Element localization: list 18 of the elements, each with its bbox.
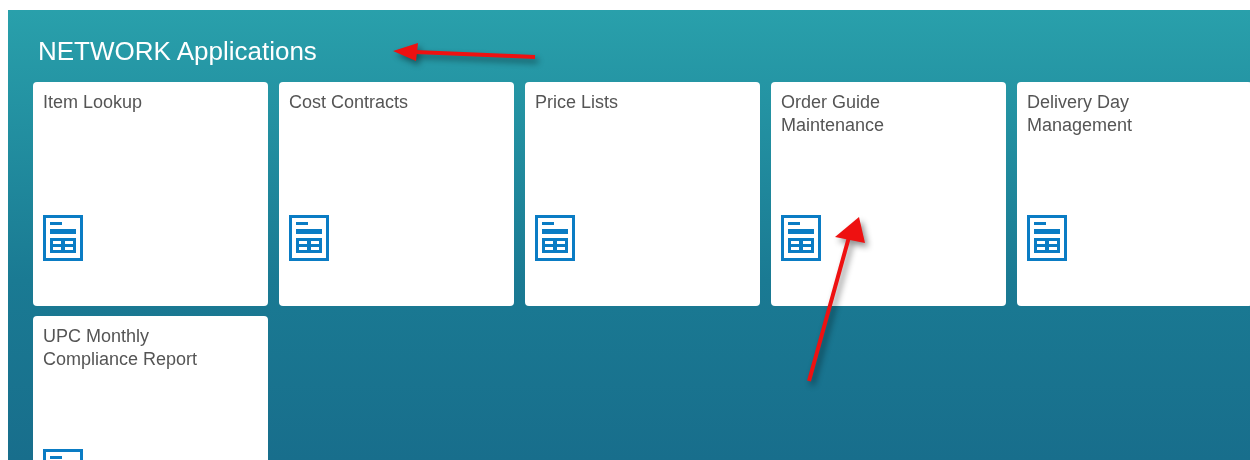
app-tile[interactable]: Cost Contracts: [279, 82, 514, 306]
app-tile[interactable]: UPC Monthly Compliance Report: [33, 316, 268, 460]
tile-title: Delivery Day Management: [1027, 91, 1134, 137]
app-tile[interactable]: Delivery Day Management: [1017, 82, 1250, 306]
tile-title: UPC Monthly Compliance Report: [43, 325, 199, 371]
form-icon: [1027, 215, 1067, 261]
tile-title: Cost Contracts: [289, 91, 410, 114]
tile-title: Item Lookup: [43, 91, 144, 114]
tile-title: Order Guide Maintenance: [781, 91, 886, 137]
group-title: NETWORK Applications: [38, 35, 317, 68]
app-tile[interactable]: Order Guide Maintenance: [771, 82, 1006, 306]
app-tile[interactable]: Price Lists: [525, 82, 760, 306]
form-icon: [289, 215, 329, 261]
form-icon: [535, 215, 575, 261]
app-tile[interactable]: Item Lookup: [33, 82, 268, 306]
tile-title: Price Lists: [535, 91, 620, 114]
form-icon: [781, 215, 821, 261]
form-icon: [43, 215, 83, 261]
